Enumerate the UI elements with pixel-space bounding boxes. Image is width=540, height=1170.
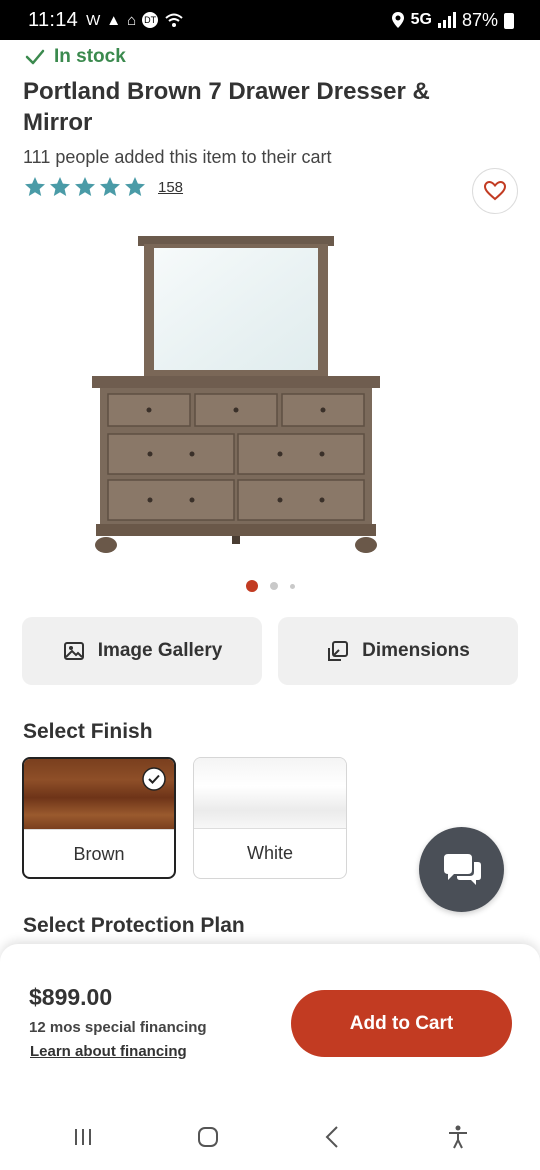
star-icon [75,177,95,196]
financing-text: 12 mos special financing [29,1019,207,1036]
image-icon [63,642,84,660]
gallery-dot[interactable] [289,583,295,589]
gallery-dots [0,580,540,592]
product-image[interactable] [88,228,384,558]
image-gallery-button[interactable]: Image Gallery [22,617,262,685]
favorite-button[interactable] [472,168,518,214]
dimensions-icon [328,641,349,661]
dimensions-button[interactable]: Dimensions [278,617,518,685]
review-count-link[interactable]: 158 [158,179,183,196]
cart-count-text: 111 people added this item to their cart [23,147,332,167]
heart-icon [483,180,507,201]
checkmark-icon [25,49,45,65]
stock-label: In stock [54,46,126,67]
location-icon [391,12,404,28]
gallery-dot-active[interactable] [245,580,258,592]
notification-icons: W ▲ ⌂ DT [86,12,184,29]
accessibility-icon[interactable] [445,1124,471,1150]
add-to-cart-button[interactable]: Add to Cart [291,990,512,1057]
notification-icon-dt: DT [142,12,159,28]
recent-apps-icon[interactable] [70,1124,96,1150]
learn-financing-link[interactable]: Learn about financing [30,1043,187,1060]
star-icon [50,177,70,196]
status-bar: 11:14 W ▲ ⌂ DT 5G 87% [0,0,540,40]
product-title: Portland Brown 7 Drawer Dresser & Mirror [23,78,430,136]
signal-icon [437,12,456,28]
select-protection-title: Select Protection Plan [23,914,245,937]
status-left: 11:14 W ▲ ⌂ DT [28,9,184,32]
notification-icon-triangle: ▲ [106,11,122,29]
star-icon [100,177,120,196]
image-gallery-label: Image Gallery [97,640,223,661]
android-nav-bar [0,1104,540,1170]
select-finish-title: Select Finish [23,720,153,743]
selected-check-icon [142,767,166,791]
chat-icon [443,853,481,885]
stock-status: In stock [24,46,126,68]
price: $899.00 [29,984,113,1010]
battery-icon [504,13,514,29]
chat-button[interactable] [419,827,504,912]
back-icon[interactable] [320,1124,346,1150]
star-icon [125,177,145,196]
network-label: 5G [410,11,432,28]
battery-percent: 87% [461,9,498,30]
notification-icon-w: W [86,11,101,29]
star-icon [25,177,45,196]
finish-option-brown[interactable]: Brown [22,757,176,879]
gallery-dot[interactable] [269,582,278,590]
white-swatch-image [194,758,346,828]
status-time: 11:14 [28,8,79,31]
wifi-icon [165,13,183,27]
status-right: 5G 87% [391,10,514,31]
finish-option-white[interactable]: White [193,757,347,879]
add-to-cart-panel: $899.00 12 mos special financing Learn a… [0,944,540,1104]
finish-label-white: White [194,828,346,878]
finish-label-brown: Brown [24,829,174,877]
dimensions-label: Dimensions [362,640,470,661]
notification-icon-home: ⌂ [127,11,137,29]
home-icon[interactable] [195,1124,221,1150]
rating[interactable]: 158 [23,175,183,199]
